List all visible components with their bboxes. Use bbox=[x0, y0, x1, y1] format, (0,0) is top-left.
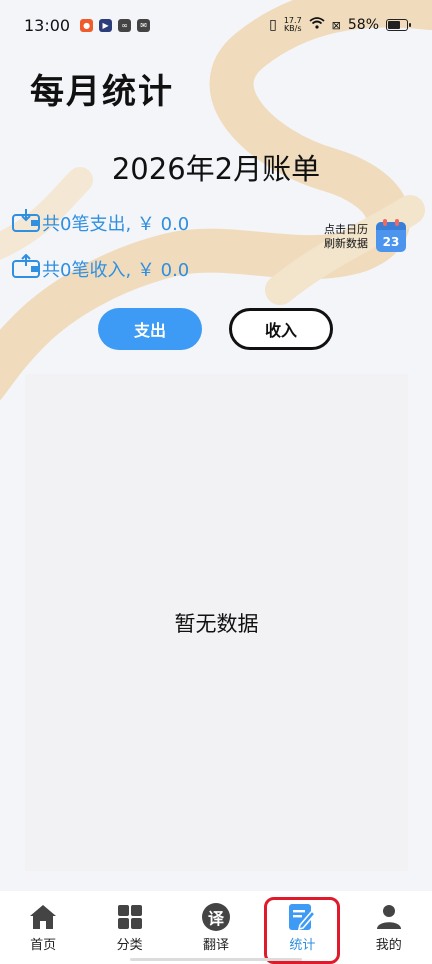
income-tab-button[interactable]: 收入 bbox=[229, 308, 333, 350]
wallet-out-icon bbox=[12, 208, 40, 237]
notification-app-icon: ● bbox=[80, 18, 94, 32]
income-summary: 共0笔收入, ￥ 0.0 bbox=[12, 253, 190, 283]
nav-item-category[interactable]: 分类 bbox=[95, 903, 165, 953]
nav-item-profile[interactable]: 我的 bbox=[354, 903, 424, 953]
statistics-icon bbox=[288, 903, 317, 931]
expense-tab-button[interactable]: 支出 bbox=[98, 308, 202, 350]
calendar-day: 23 bbox=[382, 235, 400, 249]
refresh-calendar-area[interactable]: 点击日历 刷新数据 23 bbox=[324, 219, 406, 252]
wallet-in-icon bbox=[12, 253, 40, 283]
play-app-icon: ▶ bbox=[99, 18, 113, 32]
profile-icon bbox=[375, 903, 403, 931]
wifi-icon bbox=[309, 17, 325, 33]
sim-icon: ⊠ bbox=[331, 18, 341, 32]
status-bar: 13:00 ● ▶ ∞ ✉ ▯ 17.7 KB/s ⊠ 58% bbox=[0, 0, 432, 50]
chart-panel: 暂无数据 bbox=[25, 374, 408, 871]
bill-month-title: 2026年2月账单 bbox=[111, 152, 321, 186]
status-time: 13:00 bbox=[24, 15, 71, 35]
nav-item-translate[interactable]: 译 翻译 bbox=[181, 903, 251, 953]
bottom-navigation: 首页 分类 译 翻译 统计 我的 bbox=[0, 891, 432, 964]
refresh-hint-line2: 刷新数据 bbox=[324, 237, 368, 250]
refresh-hint: 点击日历 刷新数据 bbox=[324, 223, 368, 251]
translate-glyph: 译 bbox=[207, 909, 224, 928]
link-app-icon: ∞ bbox=[118, 18, 132, 32]
nav-label-statistics: 统计 bbox=[289, 938, 316, 953]
nav-label-home: 首页 bbox=[30, 938, 57, 953]
home-indicator bbox=[130, 958, 302, 961]
calendar-icon[interactable]: 23 bbox=[376, 219, 406, 252]
net-speed-unit: KB/s bbox=[283, 24, 302, 33]
battery-icon bbox=[386, 19, 411, 31]
grid-icon bbox=[116, 903, 144, 931]
message-app-icon: ✉ bbox=[137, 18, 151, 32]
status-left: 13:00 ● ▶ ∞ ✉ bbox=[24, 15, 151, 35]
nav-item-home[interactable]: 首页 bbox=[8, 903, 78, 953]
home-icon bbox=[29, 903, 57, 931]
expense-summary: 共0笔支出, ￥ 0.0 bbox=[12, 208, 189, 237]
translate-icon: 译 bbox=[201, 903, 230, 931]
battery-percent: 58% bbox=[347, 17, 379, 33]
nav-label-category: 分类 bbox=[116, 938, 143, 953]
expense-summary-text: 共0笔支出, ￥ 0.0 bbox=[42, 213, 190, 235]
net-speed: 17.7 KB/s bbox=[284, 17, 302, 33]
vibrate-icon: ▯ bbox=[269, 17, 277, 33]
nav-label-translate: 翻译 bbox=[202, 938, 229, 953]
nav-item-statistics[interactable]: 统计 bbox=[267, 903, 337, 953]
income-summary-text: 共0笔收入, ￥ 0.0 bbox=[42, 259, 190, 281]
page-title: 每月统计 bbox=[30, 72, 174, 112]
refresh-hint-line1: 点击日历 bbox=[324, 223, 368, 236]
nav-label-profile: 我的 bbox=[375, 938, 402, 953]
empty-state-text: 暂无数据 bbox=[174, 611, 259, 636]
status-right: ▯ 17.7 KB/s ⊠ 58% bbox=[269, 17, 411, 33]
